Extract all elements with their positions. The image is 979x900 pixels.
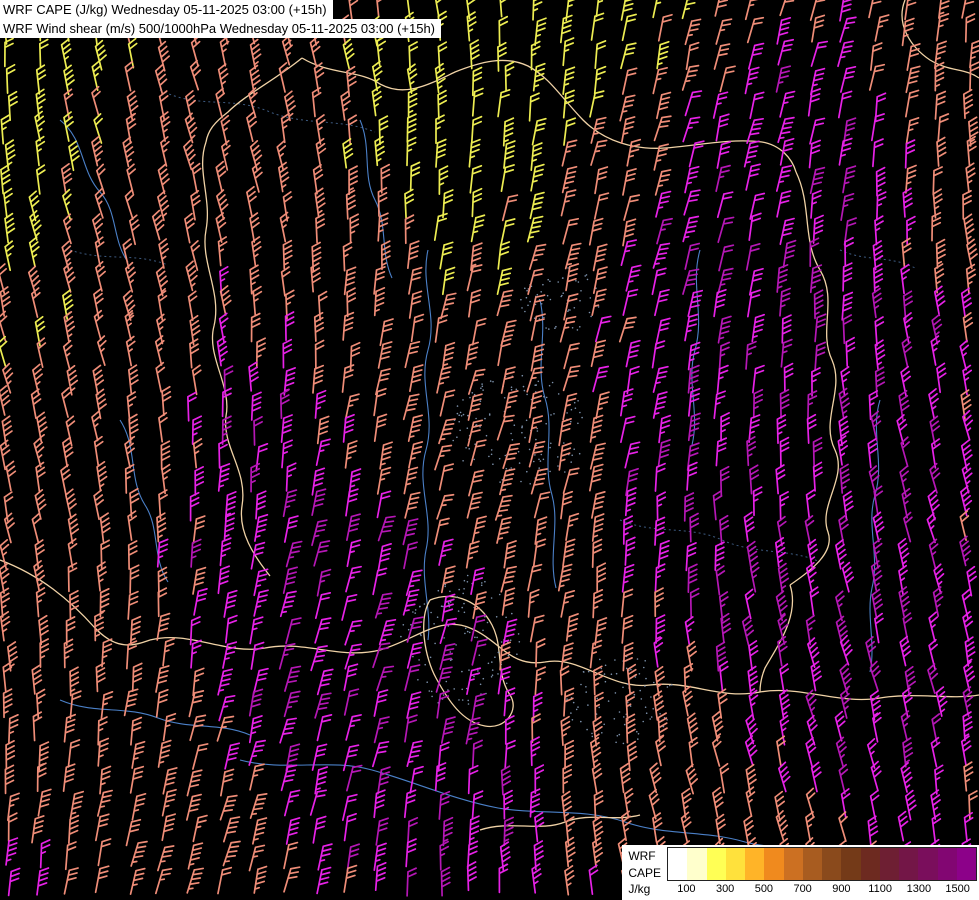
weather-map: WRF CAPE (J/kg) Wednesday 05-11-2025 03:… [0,0,979,900]
legend-cell [706,848,726,880]
legend-cell [802,848,822,880]
map-titles: WRF CAPE (J/kg) Wednesday 05-11-2025 03:… [0,0,442,38]
legend-cell [745,848,765,880]
legend-cell [783,848,803,880]
legend-tick: 1500 [945,883,970,895]
legend-colorbar [667,847,977,881]
legend-tick: 1300 [906,883,932,895]
legend-cell [725,848,745,880]
legend-colorbar-area: 100 300 500 700 900 1100 1300 1500 [667,847,977,898]
map-title-cape: WRF CAPE (J/kg) Wednesday 05-11-2025 03:… [0,0,333,19]
legend-cell [822,848,842,880]
legend-cell [668,848,688,880]
legend-cell [860,848,880,880]
legend-tick: 100 [677,883,696,895]
legend-cell [937,848,957,880]
legend-model-label: WRF [628,849,656,863]
legend-cell [956,848,976,880]
legend-tick-labels: 100 300 500 700 900 1100 1300 1500 [667,881,977,898]
legend-tick: 700 [793,883,812,895]
legend-cell [841,848,861,880]
wind-barb-field [0,0,979,897]
legend-unit-label: J/kg [628,882,651,896]
cape-legend: WRF CAPE J/kg 100 300 500 700 900 1100 1300 150… [622,845,979,900]
legend-cell [899,848,919,880]
legend-tick: 1100 [868,883,892,895]
legend-cell [687,848,707,880]
legend-cell [918,848,938,880]
map-title-wind-shear: WRF Wind shear (m/s) 500/1000hPa Wednesd… [0,19,442,38]
legend-cell [879,848,899,880]
legend-tick: 300 [715,883,735,895]
legend-cell [764,848,784,880]
legend-tick: 900 [832,883,851,895]
legend-tick: 500 [754,883,774,895]
legend-labels: WRF CAPE J/kg [628,847,667,898]
legend-param-label: CAPE [628,865,661,880]
